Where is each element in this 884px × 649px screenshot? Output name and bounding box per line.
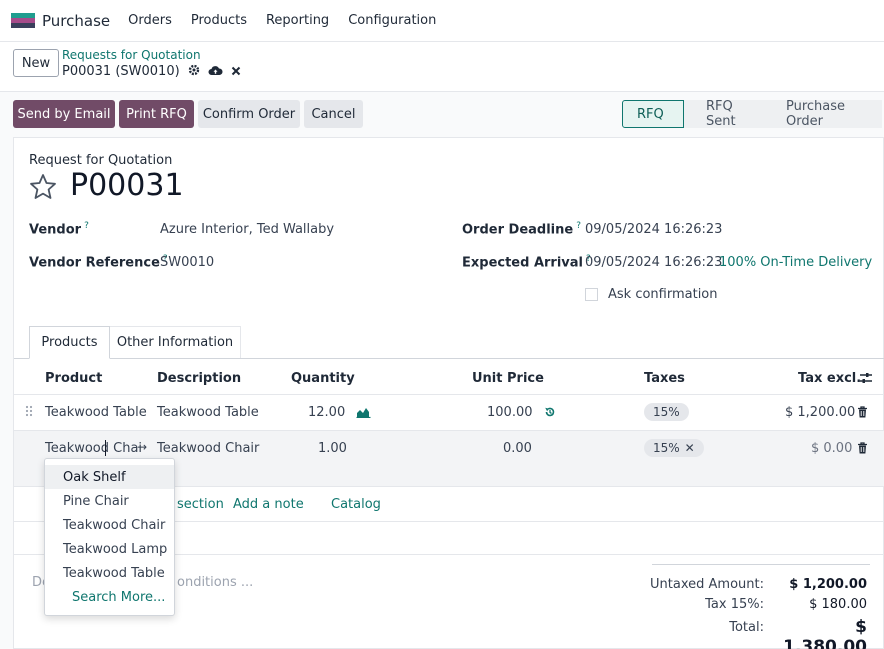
cloud-upload-icon[interactable] bbox=[208, 65, 223, 79]
star-icon[interactable] bbox=[28, 172, 58, 202]
top-navbar: Purchase Orders Products Reporting Confi… bbox=[0, 0, 884, 42]
nav-configuration[interactable]: Configuration bbox=[348, 13, 436, 28]
breadcrumb-current: P00031 (SW0010) bbox=[62, 64, 180, 79]
tax-tag[interactable]: 15% ✕ bbox=[644, 439, 704, 457]
expected-arrival-field[interactable]: 09/05/2024 16:26:23 bbox=[585, 255, 722, 270]
tab-other-information[interactable]: Other Information bbox=[110, 326, 241, 359]
column-description[interactable]: Description bbox=[157, 371, 241, 386]
drag-handle-icon[interactable] bbox=[25, 405, 33, 417]
print-rfq-button[interactable]: Print RFQ bbox=[119, 100, 194, 128]
description-input[interactable]: Teakwood Chair bbox=[157, 441, 259, 456]
stage-purchase-order[interactable]: Purchase Order bbox=[764, 99, 882, 129]
column-product[interactable]: Product bbox=[45, 371, 102, 386]
column-taxes[interactable]: Taxes bbox=[644, 371, 685, 386]
product-autocomplete-dropdown: Oak Shelf Pine Chair Teakwood Chair Teak… bbox=[44, 458, 175, 616]
add-section-link[interactable]: section bbox=[177, 497, 224, 512]
dropdown-item[interactable]: Teakwood Lamp bbox=[45, 537, 174, 561]
dropdown-item[interactable]: Pine Chair bbox=[45, 489, 174, 513]
row-product[interactable]: Teakwood Table bbox=[45, 405, 147, 420]
document-type: Request for Quotation bbox=[29, 153, 173, 168]
send-by-email-button[interactable]: Send by Email bbox=[13, 100, 115, 128]
discard-icon[interactable] bbox=[231, 65, 241, 79]
add-note-link[interactable]: Add a note bbox=[233, 497, 304, 512]
tax-tag[interactable]: 15% bbox=[644, 403, 689, 421]
untaxed-amount-value: $ 1,200.00 bbox=[789, 577, 867, 592]
product-input[interactable]: Teakwood Chai bbox=[45, 441, 142, 456]
catalog-link[interactable]: Catalog bbox=[331, 497, 381, 512]
totals-divider bbox=[652, 564, 870, 565]
row-subtotal: $ 0.00 bbox=[811, 441, 853, 456]
total-value: $ 1,380.00 bbox=[783, 617, 867, 649]
nav-orders[interactable]: Orders bbox=[128, 13, 172, 28]
breadcrumb-parent[interactable]: Requests for Quotation bbox=[62, 48, 201, 62]
text-cursor bbox=[105, 440, 106, 456]
ask-confirmation-label: Ask confirmation bbox=[608, 287, 718, 302]
vendor-label: Vendor? bbox=[29, 221, 89, 238]
history-icon[interactable] bbox=[544, 406, 556, 418]
tax-tag-label: 15% bbox=[653, 441, 680, 455]
quantity-input[interactable]: 1.00 bbox=[318, 441, 347, 456]
cancel-button[interactable]: Cancel bbox=[304, 100, 363, 128]
document-name: P00031 bbox=[70, 168, 184, 203]
arrow-right-icon[interactable]: → bbox=[137, 440, 147, 454]
breadcrumb: P00031 (SW0010) bbox=[62, 64, 241, 79]
order-deadline-label: Order Deadline? bbox=[462, 221, 581, 238]
dropdown-item[interactable]: Teakwood Chair bbox=[45, 513, 174, 537]
total-label: Total: bbox=[729, 620, 764, 635]
optional-columns-icon[interactable] bbox=[859, 372, 873, 384]
new-button[interactable]: New bbox=[13, 49, 59, 77]
row-description[interactable]: Teakwood Table bbox=[157, 405, 259, 420]
nav-reporting[interactable]: Reporting bbox=[266, 13, 329, 28]
vendor-reference-label: Vendor Reference? bbox=[29, 254, 168, 271]
row-quantity[interactable]: 12.00 bbox=[308, 405, 345, 420]
search-more-link[interactable]: Search More... bbox=[45, 585, 174, 609]
app-name[interactable]: Purchase bbox=[42, 12, 110, 30]
expected-arrival-label: Expected Arrival? bbox=[462, 254, 591, 271]
header-divider bbox=[14, 394, 884, 395]
untaxed-amount-label: Untaxed Amount: bbox=[650, 577, 764, 592]
tab-divider bbox=[14, 358, 884, 359]
notes-placeholder-end[interactable]: onditions ... bbox=[177, 575, 253, 590]
status-bar: RFQ RFQ Sent Purchase Order bbox=[622, 99, 882, 129]
nav-products[interactable]: Products bbox=[191, 13, 247, 28]
row-subtotal: $ 1,200.00 bbox=[785, 405, 856, 420]
purchase-app-icon[interactable] bbox=[11, 12, 35, 29]
gear-icon[interactable] bbox=[188, 64, 200, 79]
on-time-delivery-link[interactable]: 100% On-Time Delivery bbox=[719, 255, 872, 270]
dropdown-item[interactable]: Teakwood Table bbox=[45, 561, 174, 585]
vendor-reference-field[interactable]: SW0010 bbox=[160, 255, 214, 270]
ask-confirmation-checkbox[interactable] bbox=[585, 288, 598, 301]
column-unit-price[interactable]: Unit Price bbox=[472, 371, 544, 386]
column-quantity[interactable]: Quantity bbox=[291, 371, 355, 386]
confirm-order-button[interactable]: Confirm Order bbox=[198, 100, 300, 128]
unit-price-input[interactable]: 0.00 bbox=[503, 441, 532, 456]
vendor-field[interactable]: Azure Interior, Ted Wallaby bbox=[160, 222, 334, 237]
help-icon[interactable]: ? bbox=[576, 221, 581, 231]
tax-value: $ 180.00 bbox=[809, 597, 867, 612]
tab-products[interactable]: Products bbox=[29, 326, 110, 359]
order-deadline-field[interactable]: 09/05/2024 16:26:23 bbox=[585, 222, 722, 237]
control-panel: New Requests for Quotation P00031 (SW001… bbox=[0, 42, 884, 92]
action-bar: Send by Email Print RFQ Confirm Order Ca… bbox=[0, 92, 884, 136]
row-unit-price[interactable]: 100.00 bbox=[487, 405, 533, 420]
help-icon[interactable]: ? bbox=[84, 221, 89, 231]
trash-icon[interactable] bbox=[857, 442, 868, 454]
column-tax-excl[interactable]: Tax excl. bbox=[798, 371, 861, 386]
stage-rfq-sent[interactable]: RFQ Sent bbox=[684, 99, 764, 129]
tax-label: Tax 15%: bbox=[705, 597, 764, 612]
stage-rfq[interactable]: RFQ bbox=[622, 100, 684, 128]
dropdown-item[interactable]: Oak Shelf bbox=[45, 465, 174, 489]
trash-icon[interactable] bbox=[857, 406, 868, 418]
forecast-chart-icon[interactable] bbox=[356, 406, 371, 418]
remove-tag-icon[interactable]: ✕ bbox=[685, 441, 695, 455]
